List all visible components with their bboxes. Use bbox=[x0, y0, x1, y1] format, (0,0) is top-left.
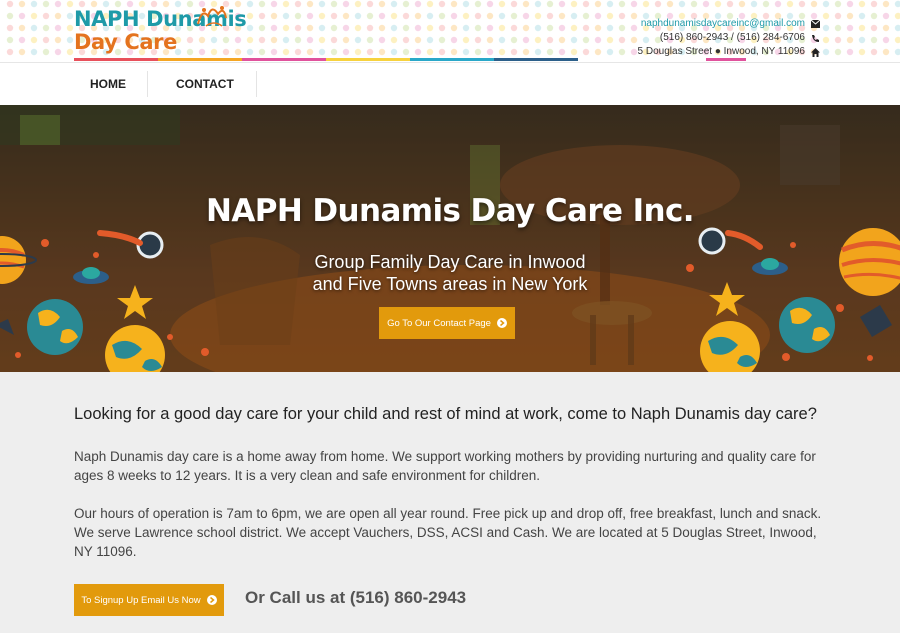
header-contact-info: naphdunamisdaycareinc@gmail.com (516) 86… bbox=[638, 17, 820, 59]
header-phone[interactable]: (516) 860-2943 / (516) 284-6706 bbox=[660, 31, 805, 45]
logo-splash-icon bbox=[197, 6, 227, 27]
nav-contact[interactable]: CONTACT bbox=[176, 63, 234, 105]
phone-icon bbox=[811, 34, 820, 43]
call-us-text: Or Call us at (516) 860-2943 bbox=[245, 588, 467, 607]
header-email[interactable]: naphdunamisdaycareinc@gmail.com bbox=[641, 17, 805, 31]
intro-headline: Looking for a good day care for your chi… bbox=[74, 405, 817, 423]
main-navigation: HOME CONTACT bbox=[0, 62, 900, 105]
hero-title: NAPH Dunamis Day Care Inc. bbox=[206, 193, 695, 229]
home-icon bbox=[811, 47, 820, 57]
color-stripe-accent bbox=[706, 58, 746, 61]
hero-banner: NAPH Dunamis Day Care Inc. Group Family … bbox=[0, 105, 900, 372]
intro-paragraph: Naph Dunamis day care is a home away fro… bbox=[74, 449, 816, 483]
chevron-right-circle-icon bbox=[496, 318, 507, 328]
nav-home[interactable]: HOME bbox=[90, 63, 126, 105]
hero-subtitle-line-1: Group Family Day Care in Inwood bbox=[314, 252, 586, 272]
contact-page-button-label: Go To Our Contact Page bbox=[387, 317, 491, 329]
nav-divider bbox=[147, 71, 148, 97]
chevron-right-circle-icon bbox=[206, 595, 217, 605]
contact-page-button[interactable]: Go To Our Contact Page bbox=[379, 307, 515, 339]
signup-email-button[interactable]: To Signup Up Email Us Now bbox=[74, 584, 224, 616]
logo-line-2: Day Care bbox=[74, 30, 177, 54]
signup-email-button-label: To Signup Up Email Us Now bbox=[81, 594, 201, 606]
envelope-icon bbox=[811, 20, 820, 29]
hero-subtitle: Group Family Day Care in Inwood and Five… bbox=[0, 251, 900, 295]
color-stripe bbox=[74, 58, 578, 61]
header-address: 5 Douglas Street ● Inwood, NY 11096 bbox=[637, 46, 805, 57]
site-header: NAPH Dunamis Day Care naphdunamisdaycare… bbox=[0, 0, 900, 62]
hours-paragraph: Our hours of operation is 7am to 6pm, we… bbox=[74, 506, 822, 559]
nav-divider bbox=[256, 71, 257, 97]
hero-subtitle-line-2: and Five Towns areas in New York bbox=[312, 274, 588, 294]
